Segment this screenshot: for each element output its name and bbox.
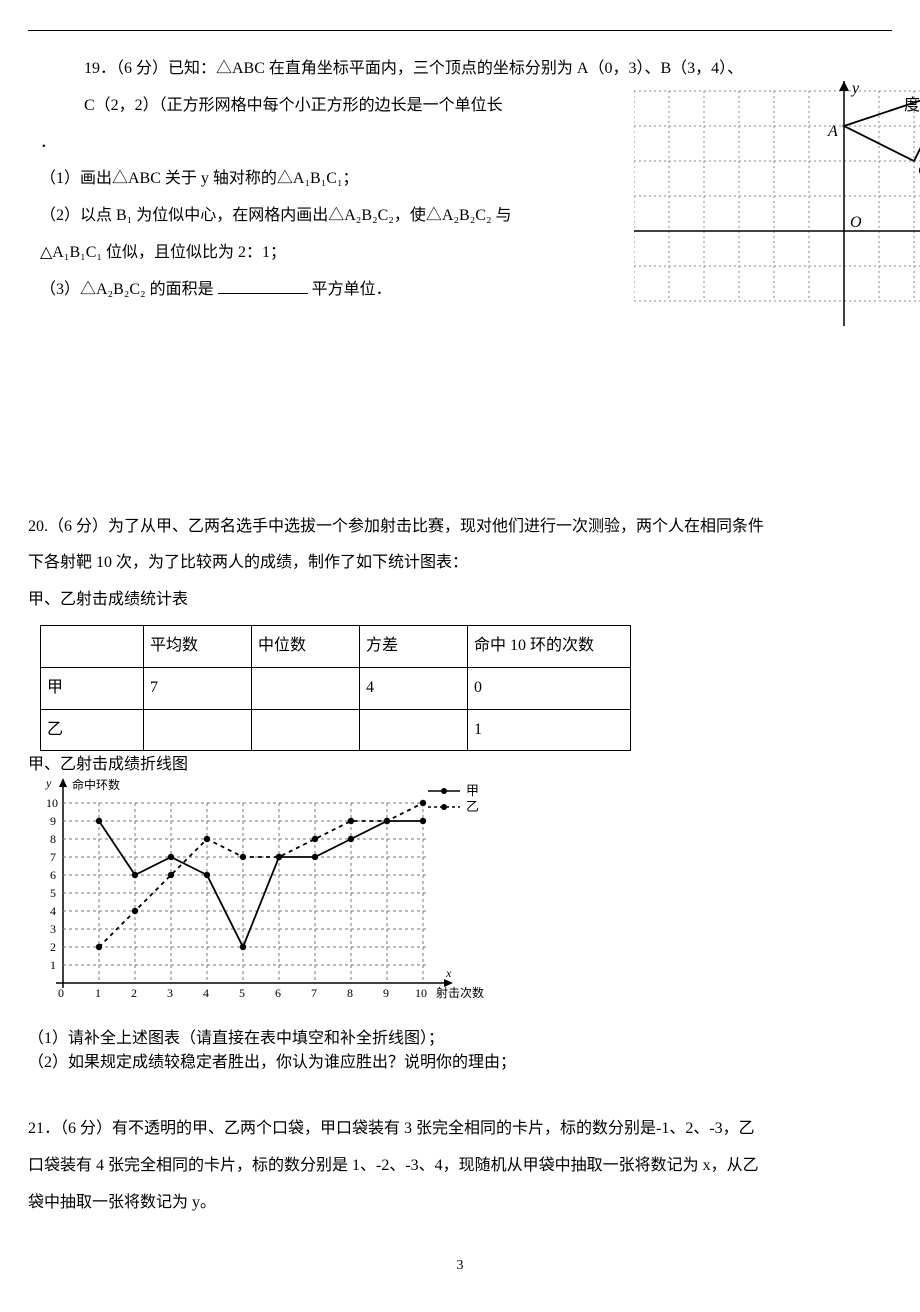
svg-text:3: 3 xyxy=(50,922,56,936)
svg-text:7: 7 xyxy=(50,850,56,864)
row-yi-label: 乙 xyxy=(41,709,144,751)
label-A: A xyxy=(827,123,838,140)
row-yi-median[interactable] xyxy=(252,709,360,751)
svg-text:7: 7 xyxy=(311,986,317,1000)
question-21: 21．（6 分）有不透明的甲、乙两个口袋，甲口袋装有 3 张完全相同的卡片，标的… xyxy=(28,1111,892,1221)
th-blank xyxy=(41,625,144,667)
th-mean: 平均数 xyxy=(144,625,252,667)
stats-table-wrap: 平均数 中位数 方差 命中 10 环的次数 甲 7 4 0 乙 xyxy=(28,625,892,751)
row-jia-hit10: 0 xyxy=(468,667,631,709)
q21-line1: 21．（6 分）有不透明的甲、乙两个口袋，甲口袋装有 3 张完全相同的卡片，标的… xyxy=(28,1111,892,1148)
row-yi-hit10: 1 xyxy=(468,709,631,751)
svg-text:2: 2 xyxy=(131,986,137,1000)
arrow-y-icon xyxy=(59,778,67,787)
q20-line1: 20.（6 分）为了从甲、乙两名选手中选拔一个参加射击比赛，现对他们进行一次测验… xyxy=(28,509,892,546)
q19-coord-grid-figure: y x O A B C xyxy=(634,81,920,341)
q20-p1: （1）请补全上述图表（请直接在表中填空和补全折线图）； xyxy=(28,1027,892,1051)
chart-legend: 甲 乙 xyxy=(428,783,479,814)
blank-fill-line[interactable] xyxy=(218,277,308,294)
question-20: 20.（6 分）为了从甲、乙两名选手中选拔一个参加射击比赛，现对他们进行一次测验… xyxy=(28,509,892,1076)
svg-text:8: 8 xyxy=(347,986,353,1000)
svg-text:9: 9 xyxy=(383,986,389,1000)
svg-text:4: 4 xyxy=(50,904,56,918)
svg-text:1: 1 xyxy=(50,958,56,972)
svg-text:8: 8 xyxy=(50,832,56,846)
q20-line2: 下各射靶 10 次，为了比较两人的成绩，制作了如下统计图表： xyxy=(28,545,892,582)
chart-ylabel: 命中环数 xyxy=(72,777,120,792)
svg-text:6: 6 xyxy=(275,986,281,1000)
row-jia-label: 甲 xyxy=(41,667,144,709)
row-yi-var[interactable] xyxy=(360,709,468,751)
q19-p3b: 平方单位． xyxy=(312,281,392,298)
q19-p3a: （3）△A₂B₂C₂ 的面积是 xyxy=(40,281,214,298)
stats-table: 平均数 中位数 方差 命中 10 环的次数 甲 7 4 0 乙 xyxy=(40,625,631,751)
q20-p2: （2）如果规定成绩较稳定者胜出，你认为谁应胜出？说明你的理由； xyxy=(28,1051,892,1075)
q19-line2a: C（2，2）（正方形网格中每个小正方形的边长是一个单位长 xyxy=(84,97,503,114)
svg-text:10: 10 xyxy=(46,796,58,810)
svg-text:10: 10 xyxy=(415,986,427,1000)
th-variance: 方差 xyxy=(360,625,468,667)
table-row: 乙 1 xyxy=(41,709,631,751)
label-origin: O xyxy=(850,214,862,231)
question-19: 19．（6 分）已知：△ABC 在直角坐标平面内，三个顶点的坐标分别为 A（0，… xyxy=(84,51,892,125)
q21-line3: 袋中抽取一张将数记为 y。 xyxy=(28,1185,892,1222)
y-tick-labels: 1 2 3 4 5 6 7 8 9 10 xyxy=(46,796,58,972)
q20-table-title: 甲、乙射击成绩统计表 xyxy=(28,582,892,619)
svg-text:0: 0 xyxy=(58,986,64,1000)
table-row: 甲 7 4 0 xyxy=(41,667,631,709)
row-jia-median[interactable] xyxy=(252,667,360,709)
svg-text:6: 6 xyxy=(50,868,56,882)
q21-line2: 口袋装有 4 张完全相同的卡片，标的数分别是 1、-2、-3、4，现随机从甲袋中… xyxy=(28,1148,892,1185)
svg-text:2: 2 xyxy=(50,940,56,954)
arrow-y-icon xyxy=(839,81,849,91)
top-rule xyxy=(28,30,892,31)
table-row: 平均数 中位数 方差 命中 10 环的次数 xyxy=(41,625,631,667)
svg-text:x: x xyxy=(445,966,452,980)
th-hit10: 命中 10 环的次数 xyxy=(468,625,631,667)
line-chart: 1 2 3 4 5 6 7 8 9 10 0 1 2 3 4 5 6 7 8 9 10 y 命中环数 x… xyxy=(28,773,892,1028)
chart-xlabel: 射击次数 xyxy=(436,985,484,1000)
chart-grid xyxy=(63,803,428,983)
svg-text:1: 1 xyxy=(95,986,101,1000)
svg-text:y: y xyxy=(45,776,52,790)
legend-jia: 甲 xyxy=(466,783,479,798)
th-median: 中位数 xyxy=(252,625,360,667)
row-jia-var: 4 xyxy=(360,667,468,709)
svg-text:3: 3 xyxy=(167,986,173,1000)
svg-text:9: 9 xyxy=(50,814,56,828)
legend-yi: 乙 xyxy=(466,799,479,814)
page-number: 3 xyxy=(28,1250,892,1282)
row-yi-mean[interactable] xyxy=(144,709,252,751)
svg-text:5: 5 xyxy=(239,986,245,1000)
row-jia-mean: 7 xyxy=(144,667,252,709)
x-tick-labels: 0 1 2 3 4 5 6 7 8 9 10 xyxy=(58,986,427,1000)
label-y: y xyxy=(850,81,860,97)
svg-text:5: 5 xyxy=(50,886,56,900)
svg-text:4: 4 xyxy=(203,986,209,1000)
